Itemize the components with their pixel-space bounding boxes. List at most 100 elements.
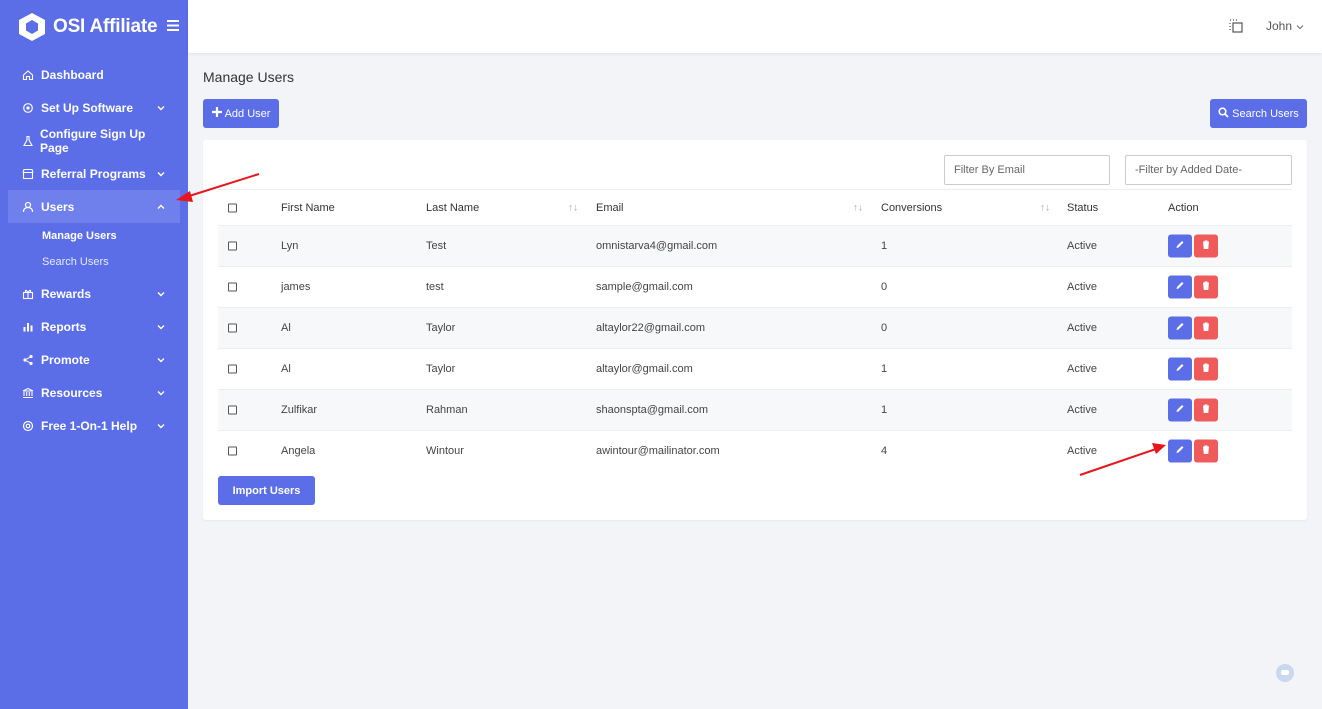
cell-email: awintour@mailinator.com (596, 445, 720, 457)
sidebar-item-label: Resources (41, 385, 103, 400)
trash-icon (1201, 363, 1211, 376)
header-email[interactable]: Email (596, 202, 624, 214)
header-conversions[interactable]: Conversions (881, 202, 942, 214)
cell-last-name: Taylor (426, 322, 456, 334)
sidebar-item-label: Dashboard (41, 67, 104, 82)
delete-button[interactable] (1194, 316, 1218, 340)
user-menu[interactable]: John (1266, 19, 1304, 33)
fullscreen-icon[interactable] (1228, 18, 1244, 34)
cell-first-name: james (281, 281, 311, 293)
sidebar-item-promote[interactable]: Promote (0, 343, 188, 376)
chevron-down-icon (156, 288, 166, 298)
cell-last-name: Test (426, 240, 447, 252)
sort-icon[interactable]: ↑↓ (568, 202, 578, 213)
chevron-down-icon (156, 354, 166, 364)
cell-status: Active (1067, 240, 1097, 252)
delete-button[interactable] (1194, 439, 1218, 463)
cell-email: altaylor@gmail.com (596, 363, 693, 375)
sidebar-item-free-1-on-1-help[interactable]: Free 1-On-1 Help (0, 409, 188, 442)
row-checkbox[interactable] (228, 364, 237, 374)
import-users-button[interactable]: Import Users (218, 476, 315, 505)
sidebar-item-set-up-software[interactable]: Set Up Software (0, 91, 188, 124)
cell-status: Active (1067, 404, 1097, 416)
cell-actions (1168, 357, 1218, 381)
edit-button[interactable] (1168, 398, 1192, 422)
filter-email-input[interactable] (944, 155, 1110, 185)
header-last-name[interactable]: Last Name (426, 202, 479, 214)
sidebar-item-users[interactable]: Users (8, 190, 180, 223)
osi-logo-icon (18, 12, 46, 42)
cell-first-name: Al (281, 322, 291, 334)
sidebar-item-label: Promote (41, 352, 90, 367)
chevron-down-icon (156, 102, 166, 112)
search-users-label: Search Users (1232, 107, 1299, 120)
sidebar-item-configure-sign-up-page[interactable]: Configure Sign Up Page (0, 124, 188, 157)
add-user-label: Add User (224, 107, 271, 120)
chevron-down-icon (156, 420, 166, 430)
share-icon (21, 353, 35, 367)
table-row: Lyn Test omnistarva4@gmail.com 1 Active (218, 225, 1292, 266)
sidebar-item-label: Configure Sign Up Page (40, 126, 146, 155)
trash-icon (1201, 322, 1211, 335)
trash-icon (1201, 445, 1211, 458)
add-user-button[interactable]: Add User (203, 99, 279, 128)
hamburger-menu-icon[interactable] (167, 18, 180, 36)
sidebar: OSI Affiliate Dashboard Set Up Software Co… (0, 0, 188, 709)
sidebar-subitem-manage-users[interactable]: Manage Users (0, 223, 188, 249)
pencil-icon (1175, 240, 1185, 253)
lifebuoy-icon (21, 419, 35, 433)
cell-email: shaonspta@gmail.com (596, 404, 709, 416)
sidebar-item-resources[interactable]: Resources (0, 376, 188, 409)
chevron-down-icon (156, 321, 166, 331)
cell-last-name: Taylor (426, 363, 456, 375)
pencil-icon (1175, 445, 1185, 458)
row-checkbox[interactable] (228, 405, 237, 415)
cell-conversions: 0 (881, 281, 888, 293)
edit-button[interactable] (1168, 275, 1192, 299)
delete-button[interactable] (1194, 398, 1218, 422)
chevron-down-icon (156, 387, 166, 397)
cell-status: Active (1067, 281, 1097, 293)
chat-widget-icon[interactable] (1276, 664, 1294, 682)
sidebar-item-label: Set Up Software (41, 100, 134, 115)
sidebar-item-rewards[interactable]: Rewards (0, 277, 188, 310)
header-action: Action (1168, 201, 1199, 214)
table-header-row: First Name Last Name ↑↓ Email ↑↓ Convers… (218, 189, 1292, 225)
sort-icon[interactable]: ↑↓ (1040, 202, 1050, 213)
cell-first-name: Lyn (281, 240, 299, 252)
cell-last-name: Rahman (426, 404, 468, 416)
cell-email: sample@gmail.com (596, 281, 693, 293)
sidebar-item-referral-programs[interactable]: Referral Programs (0, 157, 188, 190)
cell-conversions: 1 (881, 363, 888, 375)
pencil-icon (1175, 281, 1185, 294)
cell-actions (1168, 398, 1218, 422)
select-all-checkbox[interactable] (228, 203, 237, 212)
bar-chart-icon (21, 320, 35, 334)
users-card: First Name Last Name ↑↓ Email ↑↓ Convers… (203, 140, 1307, 520)
pencil-icon (1175, 404, 1185, 417)
header-first-name[interactable]: First Name (281, 202, 335, 214)
sort-icon[interactable]: ↑↓ (853, 202, 863, 213)
filter-date-input[interactable] (1125, 155, 1292, 185)
row-checkbox[interactable] (228, 446, 237, 456)
sidebar-subitem-search-users[interactable]: Search Users (0, 249, 188, 275)
delete-button[interactable] (1194, 234, 1218, 258)
store-icon (21, 167, 35, 181)
cell-conversions: 1 (881, 404, 888, 416)
search-users-button[interactable]: Search Users (1210, 99, 1307, 128)
sidebar-item-label: Users (41, 199, 75, 214)
row-checkbox[interactable] (228, 323, 237, 333)
users-table: First Name Last Name ↑↓ Email ↑↓ Convers… (218, 189, 1292, 471)
row-checkbox[interactable] (228, 282, 237, 292)
row-checkbox[interactable] (228, 241, 237, 251)
edit-button[interactable] (1168, 357, 1192, 381)
sidebar-item-reports[interactable]: Reports (0, 310, 188, 343)
delete-button[interactable] (1194, 357, 1218, 381)
edit-button[interactable] (1168, 316, 1192, 340)
sidebar-nav: Dashboard Set Up Software Configure Sign U… (0, 58, 188, 442)
cell-status: Active (1067, 445, 1097, 457)
edit-button[interactable] (1168, 439, 1192, 463)
edit-button[interactable] (1168, 234, 1192, 258)
delete-button[interactable] (1194, 275, 1218, 299)
sidebar-item-dashboard[interactable]: Dashboard (0, 58, 188, 91)
